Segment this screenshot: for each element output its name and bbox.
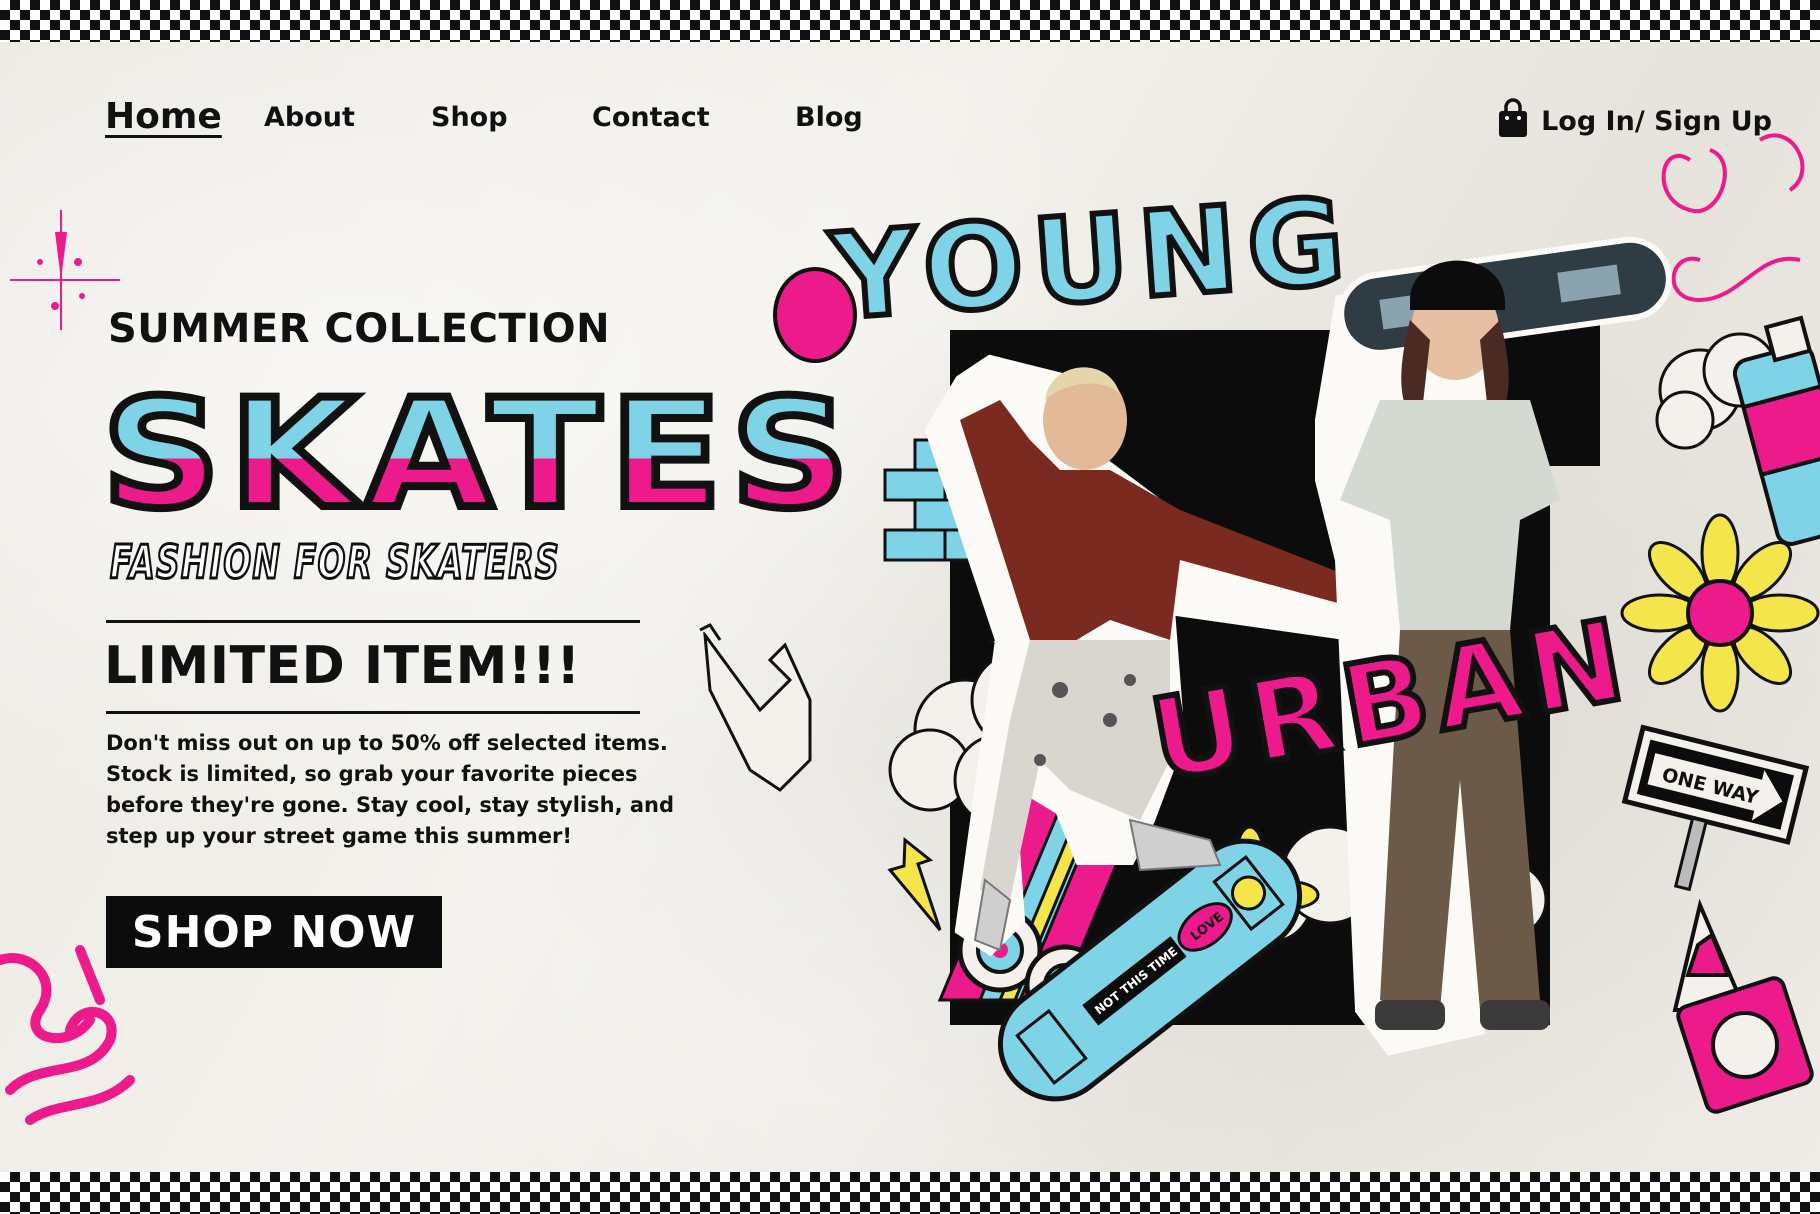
nav-about[interactable]: About <box>264 102 355 133</box>
checker-border-bottom <box>0 1172 1820 1214</box>
shopping-bag-icon <box>1497 98 1529 145</box>
brand-wordmark: SKATES <box>102 378 858 542</box>
divider-top <box>106 620 640 623</box>
login-signup-link[interactable]: Log In/ Sign Up <box>1497 98 1772 145</box>
nav-contact[interactable]: Contact <box>592 102 710 133</box>
limited-headline: LIMITED ITEM!!! <box>104 636 581 696</box>
nav-blog[interactable]: Blog <box>795 102 863 133</box>
nav-home[interactable]: Home <box>105 96 222 137</box>
checker-border-top <box>0 0 1820 42</box>
login-label: Log In/ Sign Up <box>1541 106 1772 137</box>
skates-logo: SKATES FASHION FOR SKATERS <box>98 378 858 591</box>
brand-tagline: FASHION FOR SKATERS <box>110 535 560 589</box>
main-nav: Home About Shop Contact Blog Log In/ Sig… <box>0 92 1820 152</box>
nav-shop[interactable]: Shop <box>431 102 508 133</box>
promo-description: Don't miss out on up to 50% off selected… <box>106 731 675 848</box>
divider-bottom <box>106 711 640 714</box>
collection-eyebrow: SUMMER COLLECTION <box>108 306 611 352</box>
shop-now-button[interactable]: SHOP NOW <box>106 896 442 968</box>
